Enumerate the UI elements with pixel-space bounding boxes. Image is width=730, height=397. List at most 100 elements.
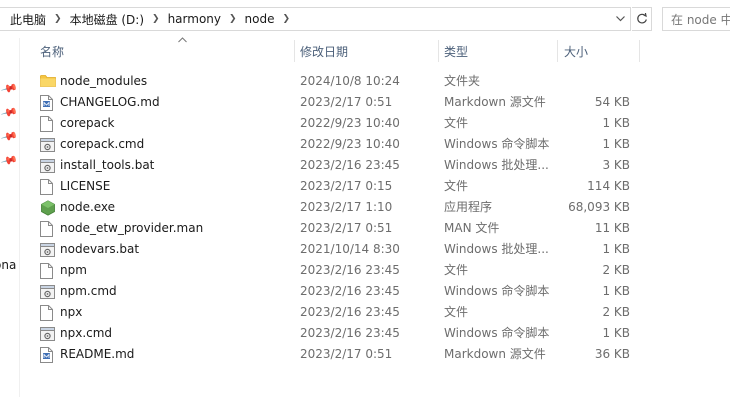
file-type: 文件夹 (444, 74, 481, 88)
script-file-icon (40, 326, 55, 341)
file-date: 2022/9/23 10:40 (300, 137, 400, 151)
file-type: Windows 批处理... (444, 242, 549, 256)
file-size: 1 KB (602, 137, 630, 151)
sort-ascending-icon (178, 33, 187, 46)
file-date: 2023/2/16 23:45 (300, 284, 400, 298)
file-type: MAN 文件 (444, 221, 500, 235)
file-type: Markdown 源文件 (444, 347, 546, 361)
file-row[interactable]: npx 2023/2/16 23:45 文件 2 KB (20, 302, 640, 323)
breadcrumb-separator-icon[interactable]: ❯ (148, 14, 164, 24)
file-row[interactable]: npm 2023/2/16 23:45 文件 2 KB (20, 260, 640, 281)
file-name: node_etw_provider.man (60, 221, 204, 235)
file-type: Windows 命令脚本 (444, 137, 550, 151)
file-name: corepack (60, 116, 115, 130)
file-type: 文件 (444, 305, 469, 319)
script-file-icon (40, 158, 55, 173)
file-type: Windows 命令脚本 (444, 326, 550, 340)
file-row[interactable]: CHANGELOG.md 2023/2/17 0:51 Markdown 源文件… (20, 92, 640, 113)
file-size: 2 KB (602, 263, 630, 277)
file-type: 文件 (444, 116, 469, 130)
chevron-down-icon[interactable] (610, 8, 630, 30)
address-bar[interactable]: 此电脑 ❯ 本地磁盘 (D:) ❯ harmony ❯ node ❯ (0, 7, 631, 31)
breadcrumb-separator-icon[interactable]: ❯ (279, 14, 295, 24)
file-size: 3 KB (602, 158, 630, 172)
script-file-icon (40, 284, 55, 299)
file-size: 2 KB (602, 305, 630, 319)
file-name: corepack.cmd (60, 137, 145, 151)
file-row[interactable]: README.md 2023/2/17 0:51 Markdown 源文件 36… (20, 344, 640, 365)
navigation-pane: 📌 📌 📌 📌 ona (0, 38, 20, 397)
file-name: npm (60, 263, 87, 277)
file-row[interactable]: node.exe 2023/2/17 1:10 应用程序 68,093 KB (20, 197, 640, 218)
file-type: 文件 (444, 263, 469, 277)
refresh-icon[interactable] (632, 7, 652, 31)
file-name: npx (60, 305, 83, 319)
file-row[interactable]: node_etw_provider.man 2023/2/17 0:51 MAN… (20, 218, 640, 239)
file-size: 1 KB (602, 326, 630, 340)
node-app-icon (40, 200, 55, 216)
nav-item-partial[interactable]: ona (0, 258, 16, 272)
file-name: npm.cmd (60, 284, 117, 298)
script-file-icon (40, 242, 55, 257)
script-file-icon (40, 137, 55, 152)
file-row[interactable]: node_modules 2024/10/8 10:24 文件夹 (20, 71, 640, 92)
file-date: 2023/2/16 23:45 (300, 305, 400, 319)
file-date: 2023/2/16 23:45 (300, 263, 400, 277)
address-row: 此电脑 ❯ 本地磁盘 (D:) ❯ harmony ❯ node ❯ 在 nod… (0, 0, 730, 38)
column-divider[interactable] (438, 40, 439, 62)
file-date: 2023/2/17 0:51 (300, 221, 393, 235)
file-row[interactable]: corepack 2022/9/23 10:40 文件 1 KB (20, 113, 640, 134)
breadcrumb-separator-icon[interactable]: ❯ (50, 14, 66, 24)
pin-icon[interactable]: 📌 (0, 103, 19, 122)
breadcrumb-this-pc[interactable]: 此电脑 (0, 11, 50, 28)
column-header-date[interactable]: 修改日期 (300, 43, 348, 61)
column-header-type[interactable]: 类型 (444, 43, 468, 61)
markdown-file-icon (40, 347, 54, 363)
file-explorer-window: 此电脑 ❯ 本地磁盘 (D:) ❯ harmony ❯ node ❯ 在 nod… (0, 0, 730, 397)
file-icon (40, 263, 54, 279)
file-row[interactable]: npm.cmd 2023/2/16 23:45 Windows 命令脚本 1 K… (20, 281, 640, 302)
file-size: 36 KB (594, 347, 630, 361)
file-size: 1 KB (602, 116, 630, 130)
column-divider[interactable] (557, 40, 558, 62)
file-name: install_tools.bat (60, 158, 155, 172)
column-header-size[interactable]: 大小 (564, 43, 588, 61)
file-row[interactable]: npx.cmd 2023/2/16 23:45 Windows 命令脚本 1 K… (20, 323, 640, 344)
file-size: 11 KB (594, 221, 630, 235)
file-date: 2022/9/23 10:40 (300, 116, 400, 130)
column-divider[interactable] (639, 40, 640, 62)
file-date: 2023/2/16 23:45 (300, 326, 400, 340)
file-name: CHANGELOG.md (60, 95, 160, 109)
file-list: node_modules 2024/10/8 10:24 文件夹 CHANGEL… (20, 71, 730, 365)
file-row[interactable]: install_tools.bat 2023/2/16 23:45 Window… (20, 155, 640, 176)
file-type: Windows 批处理... (444, 158, 549, 172)
file-date: 2023/2/17 0:51 (300, 95, 393, 109)
breadcrumb-harmony[interactable]: harmony (164, 12, 225, 26)
pin-icon[interactable]: 📌 (0, 151, 19, 170)
file-icon (40, 305, 54, 321)
markdown-file-icon (40, 95, 54, 111)
file-type: 应用程序 (444, 200, 493, 214)
column-divider[interactable] (294, 40, 295, 62)
file-size: 114 KB (587, 179, 630, 193)
file-name: npx.cmd (60, 326, 113, 340)
file-row[interactable]: corepack.cmd 2022/9/23 10:40 Windows 命令脚… (20, 134, 640, 155)
search-placeholder: 在 node 中 (671, 12, 730, 27)
file-name: node.exe (60, 200, 116, 214)
file-date: 2023/2/17 1:10 (300, 200, 393, 214)
file-date: 2023/2/17 0:15 (300, 179, 393, 193)
search-input[interactable]: 在 node 中 (662, 7, 730, 31)
file-row[interactable]: LICENSE 2023/2/17 0:15 文件 114 KB (20, 176, 640, 197)
file-type: Windows 命令脚本 (444, 284, 550, 298)
breadcrumb-separator-icon[interactable]: ❯ (225, 14, 241, 24)
pin-icon[interactable]: 📌 (0, 79, 19, 98)
column-header-name[interactable]: 名称 (40, 43, 64, 61)
file-type: 文件 (444, 179, 469, 193)
file-row[interactable]: nodevars.bat 2021/10/14 8:30 Windows 批处理… (20, 239, 640, 260)
pin-icon[interactable]: 📌 (0, 127, 19, 146)
file-size: 54 KB (594, 95, 630, 109)
breadcrumb-drive-d[interactable]: 本地磁盘 (D:) (66, 11, 148, 28)
column-headers: 名称 修改日期 类型 大小 (20, 37, 730, 64)
file-icon (40, 179, 54, 195)
breadcrumb-node[interactable]: node (241, 12, 279, 26)
